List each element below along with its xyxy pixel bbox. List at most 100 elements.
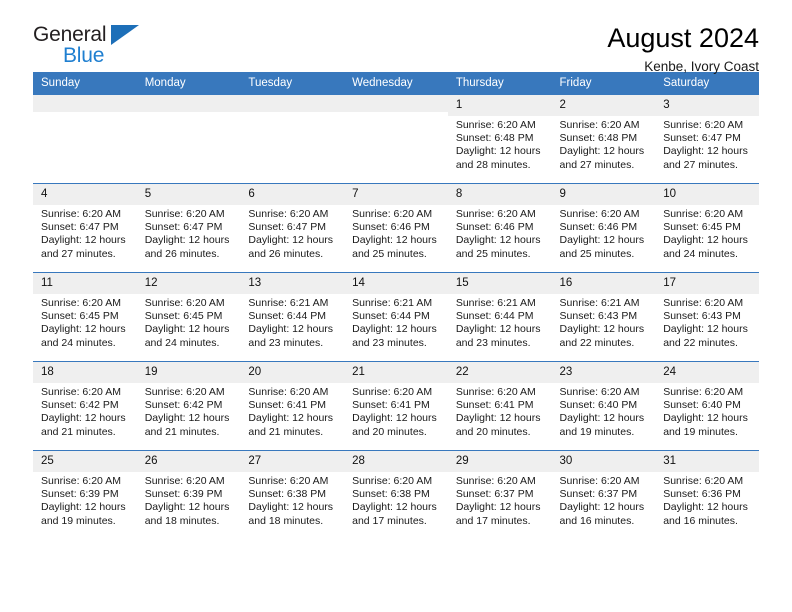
daylight-text: Daylight: 12 hours (455, 234, 541, 247)
calendar-cell[interactable]: 22 Sunrise: 6:20 AM Sunset: 6:41 PM Dayligh… (447, 361, 552, 451)
sunrise-text: Sunrise: 6:20 AM (352, 475, 433, 487)
calendar-cell[interactable]: 23 Sunrise: 6:20 AM Sunset: 6:40 PM Dayligh… (551, 361, 656, 451)
day-number: 3 (655, 95, 759, 116)
calendar-cell[interactable]: 6 Sunrise: 6:20 AM Sunset: 6:47 PM Daylight… (240, 183, 345, 273)
sunrise-text: Sunrise: 6:20 AM (41, 297, 121, 309)
calendar-cell (240, 94, 345, 184)
day-details: Sunrise: 6:20 AM Sunset: 6:46 PM Daylight:… (552, 205, 656, 261)
calendar-week-row: 18 Sunrise: 6:20 AM Sunset: 6:42 PM Dayligh… (33, 361, 759, 451)
calendar-cell[interactable]: 17 Sunrise: 6:20 AM Sunset: 6:43 PM Dayligh… (655, 272, 759, 362)
sunset-text: Sunset: 6:41 PM (352, 399, 430, 412)
daylight-text-cont: and 18 minutes. (144, 514, 220, 527)
day-cell (344, 95, 448, 183)
day-cell: 12 Sunrise: 6:20 AM Sunset: 6:45 PM Dayligh… (136, 273, 241, 361)
day-cell: 4 Sunrise: 6:20 AM Sunset: 6:47 PM Daylight… (33, 184, 137, 272)
day-details: Sunrise: 6:21 AM Sunset: 6:44 PM Daylight:… (448, 294, 552, 350)
sunrise-text: Sunrise: 6:20 AM (663, 208, 744, 220)
daylight-text-cont: and 21 minutes. (248, 425, 324, 438)
calendar-cell[interactable]: 2 Sunrise: 6:20 AM Sunset: 6:48 PM Daylight… (551, 94, 656, 184)
calendar-cell[interactable]: 30 Sunrise: 6:20 AM Sunset: 6:37 PM Dayligh… (551, 450, 656, 540)
brand-name-blue: Blue (63, 44, 105, 67)
daylight-text: Daylight: 12 hours (144, 323, 230, 336)
sunset-text: Sunset: 6:39 PM (41, 488, 119, 501)
day-details: Sunrise: 6:21 AM Sunset: 6:43 PM Daylight:… (552, 294, 656, 350)
day-details: Sunrise: 6:20 AM Sunset: 6:47 PM Daylight:… (33, 205, 137, 261)
calendar-cell[interactable]: 15 Sunrise: 6:21 AM Sunset: 6:44 PM Dayligh… (447, 272, 552, 362)
calendar-cell[interactable]: 21 Sunrise: 6:20 AM Sunset: 6:41 PM Dayligh… (344, 361, 448, 451)
sunset-text: Sunset: 6:46 PM (352, 221, 430, 234)
sunrise-text: Sunrise: 6:20 AM (144, 386, 225, 398)
calendar-cell[interactable]: 12 Sunrise: 6:20 AM Sunset: 6:45 PM Dayligh… (136, 272, 241, 362)
day-number: 27 (240, 451, 345, 472)
day-details: Sunrise: 6:20 AM Sunset: 6:39 PM Daylight:… (137, 472, 241, 528)
calendar-cell (344, 94, 448, 184)
day-cell: 19 Sunrise: 6:20 AM Sunset: 6:42 PM Dayligh… (136, 362, 241, 450)
calendar-cell[interactable]: 28 Sunrise: 6:20 AM Sunset: 6:38 PM Dayligh… (344, 450, 448, 540)
calendar-cell[interactable]: 4 Sunrise: 6:20 AM Sunset: 6:47 PM Daylight… (33, 183, 137, 273)
day-cell: 31 Sunrise: 6:20 AM Sunset: 6:36 PM Dayligh… (655, 451, 759, 540)
day-cell: 30 Sunrise: 6:20 AM Sunset: 6:37 PM Dayligh… (551, 451, 656, 540)
day-details: Sunrise: 6:20 AM Sunset: 6:41 PM Daylight:… (344, 383, 448, 439)
calendar-cell[interactable]: 29 Sunrise: 6:20 AM Sunset: 6:37 PM Dayligh… (447, 450, 552, 540)
daylight-text-cont: and 25 minutes. (352, 247, 427, 260)
day-number: 5 (136, 184, 241, 205)
calendar-cell[interactable]: 31 Sunrise: 6:20 AM Sunset: 6:36 PM Dayligh… (655, 450, 759, 540)
day-number: 25 (33, 451, 137, 472)
sunrise-text: Sunrise: 6:20 AM (559, 208, 640, 220)
calendar-cell[interactable]: 3 Sunrise: 6:20 AM Sunset: 6:47 PM Daylight… (655, 94, 759, 184)
daylight-text-cont: and 27 minutes. (559, 158, 635, 171)
calendar-cell[interactable]: 26 Sunrise: 6:20 AM Sunset: 6:39 PM Dayligh… (136, 450, 241, 540)
sunset-text: Sunset: 6:46 PM (455, 221, 534, 234)
day-number (136, 95, 241, 112)
weekday-header-sunday: Sunday (33, 72, 137, 95)
day-cell: 25 Sunrise: 6:20 AM Sunset: 6:39 PM Dayligh… (33, 451, 137, 540)
calendar-cell[interactable]: 25 Sunrise: 6:20 AM Sunset: 6:39 PM Dayligh… (33, 450, 137, 540)
day-cell: 3 Sunrise: 6:20 AM Sunset: 6:47 PM Daylight… (655, 95, 759, 183)
sunset-text: Sunset: 6:47 PM (663, 132, 741, 145)
calendar-cell[interactable]: 14 Sunrise: 6:21 AM Sunset: 6:44 PM Dayligh… (344, 272, 448, 362)
calendar-cell[interactable]: 9 Sunrise: 6:20 AM Sunset: 6:46 PM Daylight… (551, 183, 656, 273)
sunset-text: Sunset: 6:45 PM (663, 221, 741, 234)
calendar-cell[interactable]: 8 Sunrise: 6:20 AM Sunset: 6:46 PM Daylight… (447, 183, 552, 273)
sunrise-text: Sunrise: 6:21 AM (352, 297, 433, 309)
calendar-cell[interactable]: 13 Sunrise: 6:21 AM Sunset: 6:44 PM Dayligh… (240, 272, 345, 362)
brand-logo[interactable]: General Blue (33, 22, 163, 66)
daylight-text: Daylight: 12 hours (559, 412, 645, 425)
day-cell (240, 95, 345, 183)
day-cell: 2 Sunrise: 6:20 AM Sunset: 6:48 PM Daylight… (551, 95, 656, 183)
day-number: 9 (551, 184, 656, 205)
day-cell: 24 Sunrise: 6:20 AM Sunset: 6:40 PM Dayligh… (655, 362, 759, 450)
day-number: 24 (655, 362, 759, 383)
calendar-cell[interactable]: 27 Sunrise: 6:20 AM Sunset: 6:38 PM Dayligh… (240, 450, 345, 540)
daylight-text: Daylight: 12 hours (455, 323, 541, 336)
calendar-cell[interactable]: 7 Sunrise: 6:20 AM Sunset: 6:46 PM Daylight… (344, 183, 448, 273)
sunrise-text: Sunrise: 6:20 AM (41, 475, 121, 487)
calendar-cell[interactable]: 18 Sunrise: 6:20 AM Sunset: 6:42 PM Dayligh… (33, 361, 137, 451)
sunset-text: Sunset: 6:40 PM (559, 399, 638, 412)
sunset-text: Sunset: 6:45 PM (144, 310, 223, 323)
calendar-cell[interactable]: 10 Sunrise: 6:20 AM Sunset: 6:45 PM Dayligh… (655, 183, 759, 273)
calendar-cell[interactable]: 19 Sunrise: 6:20 AM Sunset: 6:42 PM Dayligh… (136, 361, 241, 451)
daylight-text-cont: and 20 minutes. (455, 425, 531, 438)
daylight-text: Daylight: 12 hours (144, 412, 230, 425)
sunrise-text: Sunrise: 6:20 AM (663, 386, 744, 398)
day-number: 10 (655, 184, 759, 205)
calendar-cell[interactable]: 24 Sunrise: 6:20 AM Sunset: 6:40 PM Dayligh… (655, 361, 759, 451)
sunrise-text: Sunrise: 6:20 AM (248, 386, 329, 398)
calendar-cell[interactable]: 11 Sunrise: 6:20 AM Sunset: 6:45 PM Dayligh… (33, 272, 137, 362)
calendar-cell[interactable]: 1 Sunrise: 6:20 AM Sunset: 6:48 PM Daylight… (447, 94, 552, 184)
daylight-text-cont: and 27 minutes. (41, 247, 116, 260)
calendar-cell[interactable]: 16 Sunrise: 6:21 AM Sunset: 6:43 PM Dayligh… (551, 272, 656, 362)
calendar-cell[interactable]: 20 Sunrise: 6:20 AM Sunset: 6:41 PM Dayligh… (240, 361, 345, 451)
calendar-cell[interactable]: 5 Sunrise: 6:20 AM Sunset: 6:47 PM Daylight… (136, 183, 241, 273)
sunrise-text: Sunrise: 6:20 AM (352, 208, 433, 220)
sunset-text: Sunset: 6:44 PM (455, 310, 534, 323)
daylight-text-cont: and 17 minutes. (352, 514, 427, 527)
sunrise-text: Sunrise: 6:20 AM (663, 119, 744, 131)
day-number: 6 (240, 184, 345, 205)
sunset-text: Sunset: 6:47 PM (248, 221, 327, 234)
sunset-text: Sunset: 6:48 PM (455, 132, 534, 145)
calendar-week-row: 1 Sunrise: 6:20 AM Sunset: 6:48 PM Daylight… (33, 94, 759, 184)
sunset-text: Sunset: 6:39 PM (144, 488, 223, 501)
daylight-text-cont: and 20 minutes. (352, 425, 427, 438)
